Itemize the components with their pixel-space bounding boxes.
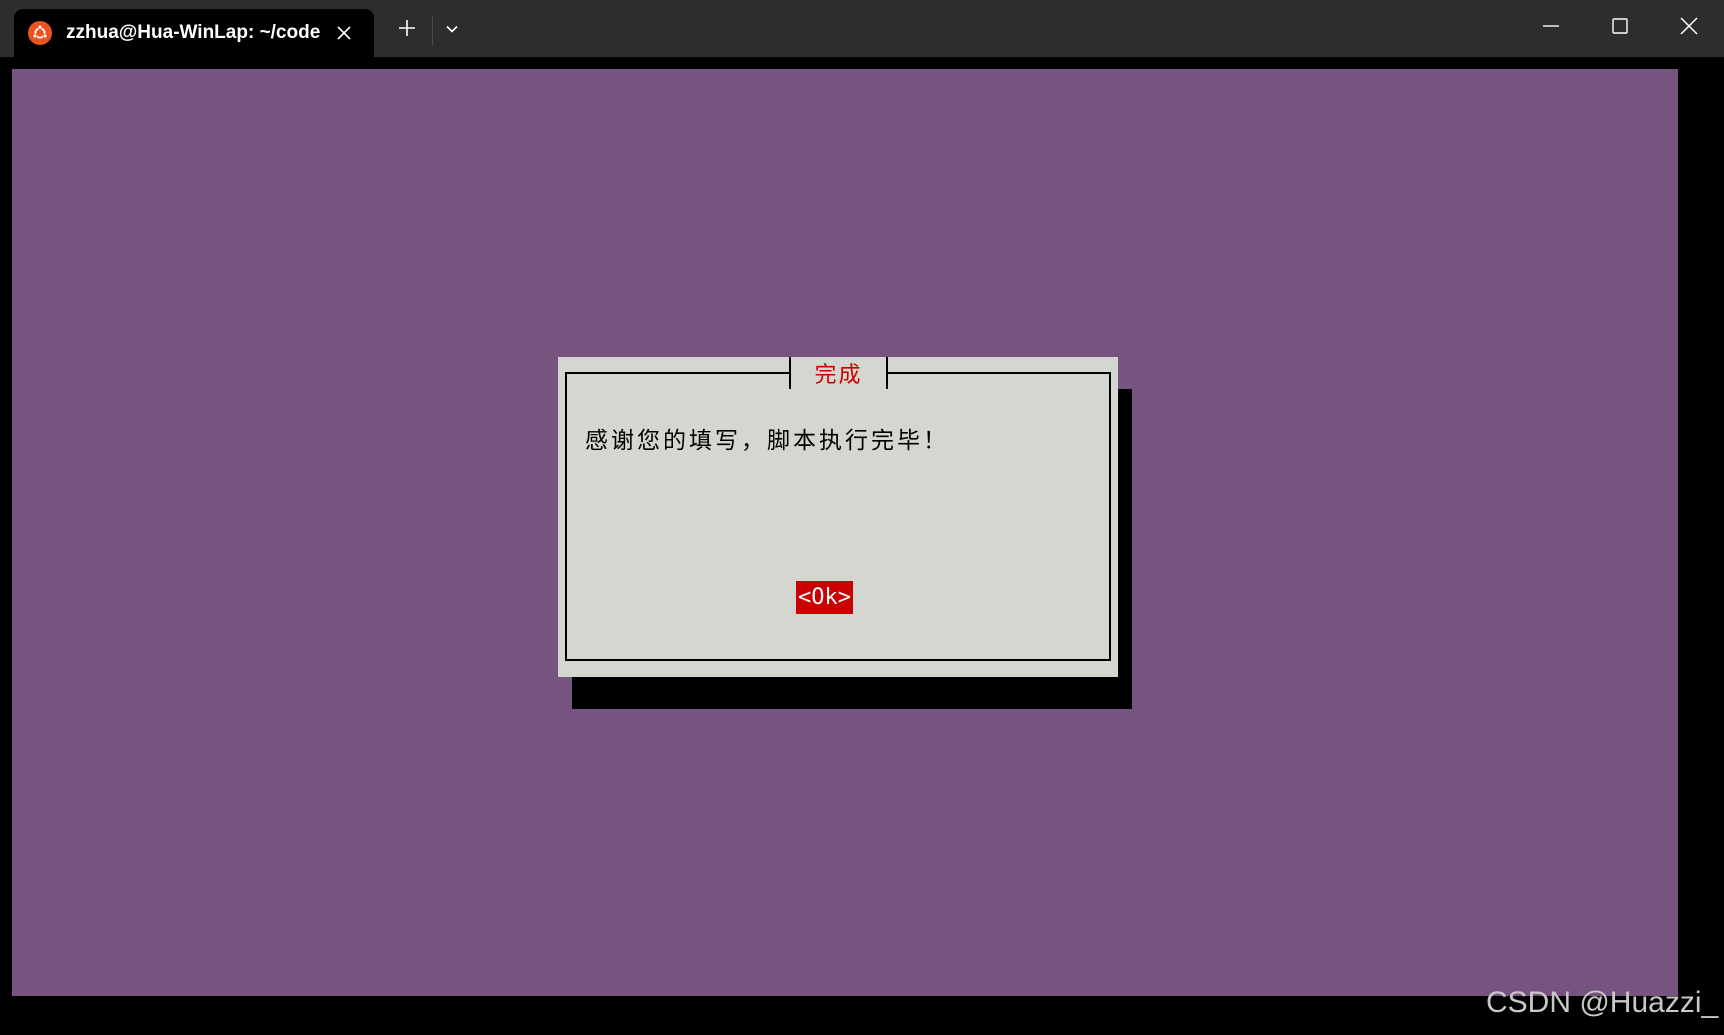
- watermark: CSDN @Huazzi_: [1486, 986, 1719, 1019]
- dialog-title-box: 完成: [789, 357, 888, 389]
- minimize-button[interactable]: [1517, 0, 1585, 55]
- plus-icon: [398, 19, 416, 41]
- close-icon: [1680, 16, 1698, 39]
- chevron-down-icon: [445, 21, 459, 40]
- tab-title: zzhua@Hua-WinLap: ~/code: [66, 22, 321, 43]
- ok-button[interactable]: <Ok>: [796, 581, 853, 614]
- completion-dialog: 完成 感谢您的填写，脚本执行完毕！ <Ok>: [558, 357, 1118, 677]
- new-tab-button[interactable]: [389, 12, 425, 48]
- minimize-icon: [1542, 17, 1560, 39]
- dialog-message: 感谢您的填写，脚本执行完毕！: [585, 428, 949, 454]
- dialog-title: 完成: [814, 363, 863, 388]
- terminal-tab[interactable]: zzhua@Hua-WinLap: ~/code: [14, 9, 374, 57]
- tab-close-icon[interactable]: [332, 21, 356, 45]
- maximize-button[interactable]: [1586, 0, 1654, 55]
- maximize-icon: [1611, 17, 1629, 39]
- tab-dropdown-button[interactable]: [434, 12, 470, 48]
- close-button[interactable]: [1655, 0, 1723, 55]
- toolbar-divider: [432, 16, 433, 46]
- ubuntu-icon: [28, 21, 52, 45]
- title-bar: zzhua@Hua-WinLap: ~/code: [0, 0, 1724, 57]
- dialog-border: [565, 372, 1111, 661]
